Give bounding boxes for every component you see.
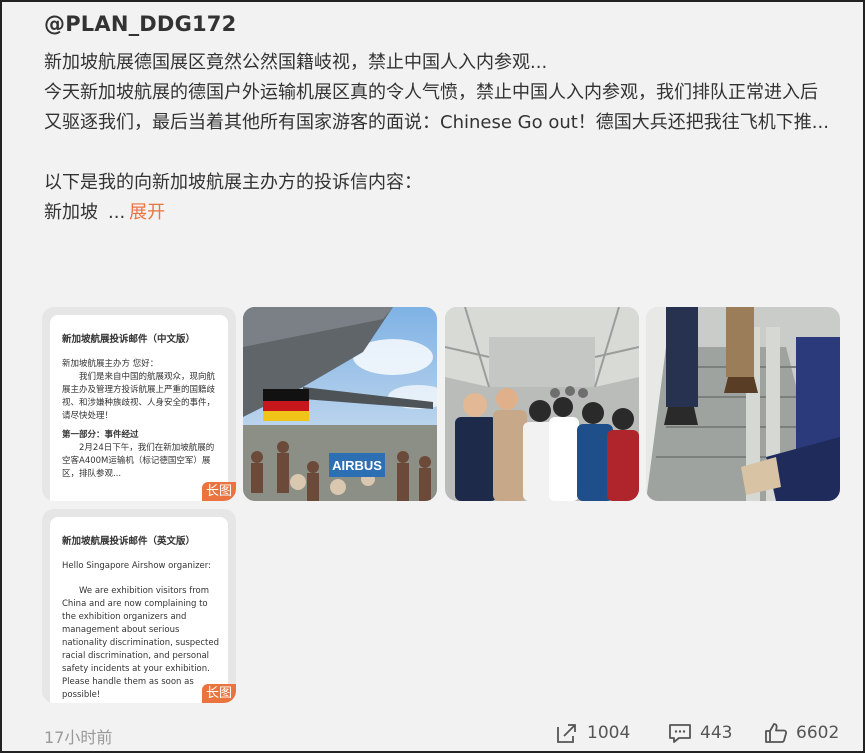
like-count: 6602 [796, 723, 840, 743]
expand-link[interactable]: 展开 [129, 202, 165, 223]
author-name[interactable]: @PLAN_DDG172 [44, 12, 236, 36]
letter-section-title: 第一部分：事件经过 [62, 430, 139, 440]
post-line-truncated: 新加坡... 展开 [44, 198, 834, 228]
long-image-badge: 长图 [201, 482, 236, 501]
share-count: 1004 [587, 723, 631, 743]
letter-page: 新加坡航展投诉邮件（中文版） 新加坡航展主办方 您好： 我们是来自中国的航展观众… [50, 315, 228, 501]
letter-greeting: 新加坡航展主办方 您好： [62, 359, 159, 369]
image-cargo-hold-crowd[interactable] [445, 307, 639, 501]
letter-section-body: 2月24日下午，我们在新加坡航展的空客A400M运输机（标记德国空军）展区，排队… [62, 443, 215, 479]
image-ramp-boots[interactable] [646, 307, 840, 501]
letter-page: 新加坡航展投诉邮件（英文版） Hello Singapore Airshow o… [50, 517, 228, 703]
like-button[interactable]: 6602 [764, 722, 839, 744]
photo-cargo-hold [445, 307, 639, 501]
share-icon [557, 724, 576, 743]
post-card: @PLAN_DDG172 新加坡航展德国展区竟然公然国籍岐视，禁止中国人入内参观… [0, 0, 865, 753]
truncated-text: 新加坡 [44, 202, 98, 223]
long-image-badge: 长图 [201, 684, 236, 703]
post-text: 新加坡航展德国展区竟然公然国籍岐视，禁止中国人入内参观... 今天新加坡航展的德… [44, 48, 834, 228]
airbus-sign: AIRBUS [332, 458, 382, 473]
image-aircraft-outdoor[interactable]: AIRBUS [243, 307, 437, 501]
photo-ramp [646, 307, 840, 501]
letter-greeting: Hello Singapore Airshow organizer: [62, 561, 211, 571]
image-complaint-letter-en[interactable]: 新加坡航展投诉邮件（英文版） Hello Singapore Airshow o… [42, 509, 236, 703]
photo-aircraft-outdoor: AIRBUS [243, 307, 437, 501]
ellipsis: ... [108, 202, 126, 223]
letter-title: 新加坡航展投诉邮件（英文版） [62, 536, 196, 547]
letter-title: 新加坡航展投诉邮件（中文版） [62, 334, 196, 345]
comment-icon [669, 724, 691, 743]
image-complaint-letter-cn[interactable]: 新加坡航展投诉邮件（中文版） 新加坡航展主办方 您好： 我们是来自中国的航展观众… [42, 307, 236, 501]
post-line-complaint-intro: 以下是我的向新加坡航展主办方的投诉信内容： [44, 172, 422, 193]
letter-body: 我们是来自中国的航展观众，现向航展主办及管理方投诉航展上严重的国籍歧视、和涉嫌种… [62, 372, 216, 421]
share-button[interactable]: 1004 [555, 722, 630, 744]
comment-button[interactable]: 443 [668, 722, 732, 744]
letter-body: We are exhibition visitors from China an… [62, 586, 220, 700]
post-line-headline: 新加坡航展德国展区竟然公然国籍岐视，禁止中国人入内参观... [44, 52, 548, 73]
post-timestamp: 17小时前 [44, 728, 113, 747]
post-paragraph: 今天新加坡航展的德国户外运输机展区真的令人气愤，禁止中国人入内参观，我们排队正常… [44, 82, 829, 133]
comment-count: 443 [700, 723, 733, 743]
thumbs-up-icon [765, 723, 788, 743]
